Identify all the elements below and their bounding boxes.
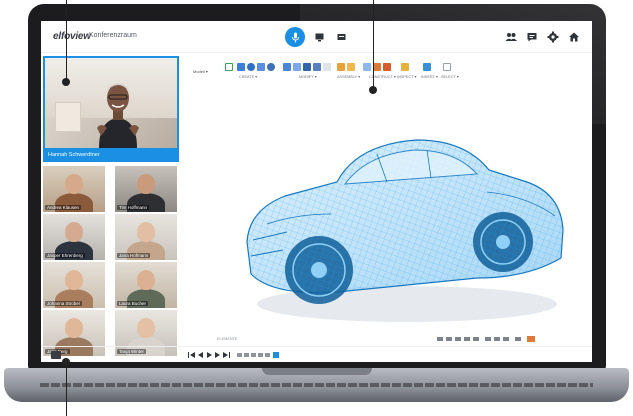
- front-wheel: [285, 236, 353, 304]
- plane-icon[interactable]: [363, 63, 371, 71]
- point-icon[interactable]: [383, 63, 391, 71]
- participants-icon: [505, 33, 517, 41]
- callout-marker: [369, 86, 377, 94]
- viewer-status: ELEMENTE: [217, 337, 238, 341]
- participant-name: Jasper Ehrenberg: [45, 253, 85, 258]
- microphone-button[interactable]: [285, 27, 305, 47]
- shelf: [55, 102, 81, 132]
- laptop-notch: [262, 368, 372, 375]
- participant-name: Laura Bucher: [117, 301, 149, 306]
- screen-share-button[interactable]: [309, 27, 329, 47]
- presenter-figure: [97, 83, 139, 148]
- insert-image-icon[interactable]: [423, 63, 431, 71]
- timeline-bar: [183, 346, 592, 362]
- app-screen: elfoview Konferenzraum Hannah Schwerdtne…: [41, 21, 592, 362]
- collapse-icon[interactable]: [51, 351, 61, 359]
- fillet-icon[interactable]: [283, 63, 291, 71]
- laptop-mockup: elfoview Konferenzraum Hannah Schwerdtne…: [0, 0, 633, 416]
- cylinder-icon[interactable]: [257, 63, 265, 71]
- modify-menu[interactable]: MODIFY ▾: [299, 74, 317, 79]
- participant-name: Tim Hoffmann: [117, 205, 150, 210]
- callout-line: [66, 362, 67, 416]
- participant-panel: Hannah Schwerdtner Andrea Klausen Tim Ho…: [41, 54, 182, 362]
- chat-icon: [337, 33, 345, 40]
- component-icon[interactable]: [347, 63, 355, 71]
- car-wireframe-model[interactable]: [227, 92, 567, 332]
- presenter-name: Hannah Schwerdtner: [48, 152, 100, 158]
- participant-tile[interactable]: Jana Hofmann: [115, 214, 177, 260]
- measure-icon[interactable]: [401, 63, 409, 71]
- participant-name: Jana Hofmann: [117, 253, 151, 258]
- axis-icon[interactable]: [373, 63, 381, 71]
- settings-button[interactable]: [546, 30, 560, 44]
- keyboard-edge: [40, 383, 593, 387]
- message-icon: [527, 33, 537, 42]
- participants-button[interactable]: [504, 30, 518, 44]
- mode-select[interactable]: Modell ▾: [193, 69, 208, 74]
- box-icon[interactable]: [237, 63, 245, 71]
- assembly-menu[interactable]: ASSEMBLY ▾: [337, 74, 360, 79]
- callout-line: [66, 0, 67, 80]
- participant-tile[interactable]: Jasper Ehrenberg: [43, 214, 105, 260]
- presenter-caption: Hannah Schwerdtner: [43, 150, 179, 162]
- participant-tile[interactable]: Andrea Klausen: [43, 166, 105, 212]
- view-controls[interactable]: [437, 334, 557, 344]
- callout-marker: [62, 78, 70, 86]
- chat-button[interactable]: [331, 27, 351, 47]
- rear-wheel: [473, 212, 533, 272]
- messages-button[interactable]: [525, 30, 539, 44]
- screen-share-icon: [315, 33, 323, 41]
- participant-tile[interactable]: Tim Hoffmann: [115, 166, 177, 212]
- create-menu[interactable]: CREATE ▾: [239, 74, 257, 79]
- insert-menu[interactable]: INSERT ▾: [421, 74, 438, 79]
- select-menu[interactable]: SELECT ▾: [441, 74, 459, 79]
- participant-tile[interactable]: Laura Bucher: [115, 262, 177, 308]
- callout-marker: [62, 358, 70, 366]
- sketch-icon[interactable]: [225, 63, 233, 71]
- cad-toolbar: Modell ▾ CREATE ▾ MODIFY ▾ ASSEMBLY ▾ CO…: [187, 59, 487, 83]
- participant-name: Andrea Klausen: [45, 205, 82, 210]
- move-icon[interactable]: [323, 63, 331, 71]
- 3d-viewer[interactable]: Modell ▾ CREATE ▾ MODIFY ▾ ASSEMBLY ▾ CO…: [183, 54, 592, 362]
- participant-tile[interactable]: Johanna Strobel: [43, 262, 105, 308]
- inspect-menu[interactable]: INSPECT ▾: [397, 74, 416, 79]
- app-logo: elfoview: [53, 31, 91, 42]
- microphone-icon: [291, 32, 299, 42]
- draft-icon[interactable]: [303, 63, 311, 71]
- callout-line: [373, 0, 374, 88]
- joint-icon[interactable]: [337, 63, 345, 71]
- sphere-icon[interactable]: [247, 63, 255, 71]
- home-button[interactable]: [567, 30, 581, 44]
- timeline-controls[interactable]: [187, 350, 297, 360]
- presenter-video[interactable]: [43, 56, 179, 150]
- torus-icon[interactable]: [267, 63, 275, 71]
- participant-name: Johanna Strobel: [45, 301, 82, 306]
- room-title: Konferenzraum: [89, 32, 137, 39]
- shell-icon[interactable]: [293, 63, 301, 71]
- gear-icon: [547, 31, 559, 43]
- scale-icon[interactable]: [313, 63, 321, 71]
- select-icon[interactable]: [443, 63, 451, 71]
- home-icon: [569, 32, 579, 42]
- top-bar: elfoview Konferenzraum: [41, 21, 592, 53]
